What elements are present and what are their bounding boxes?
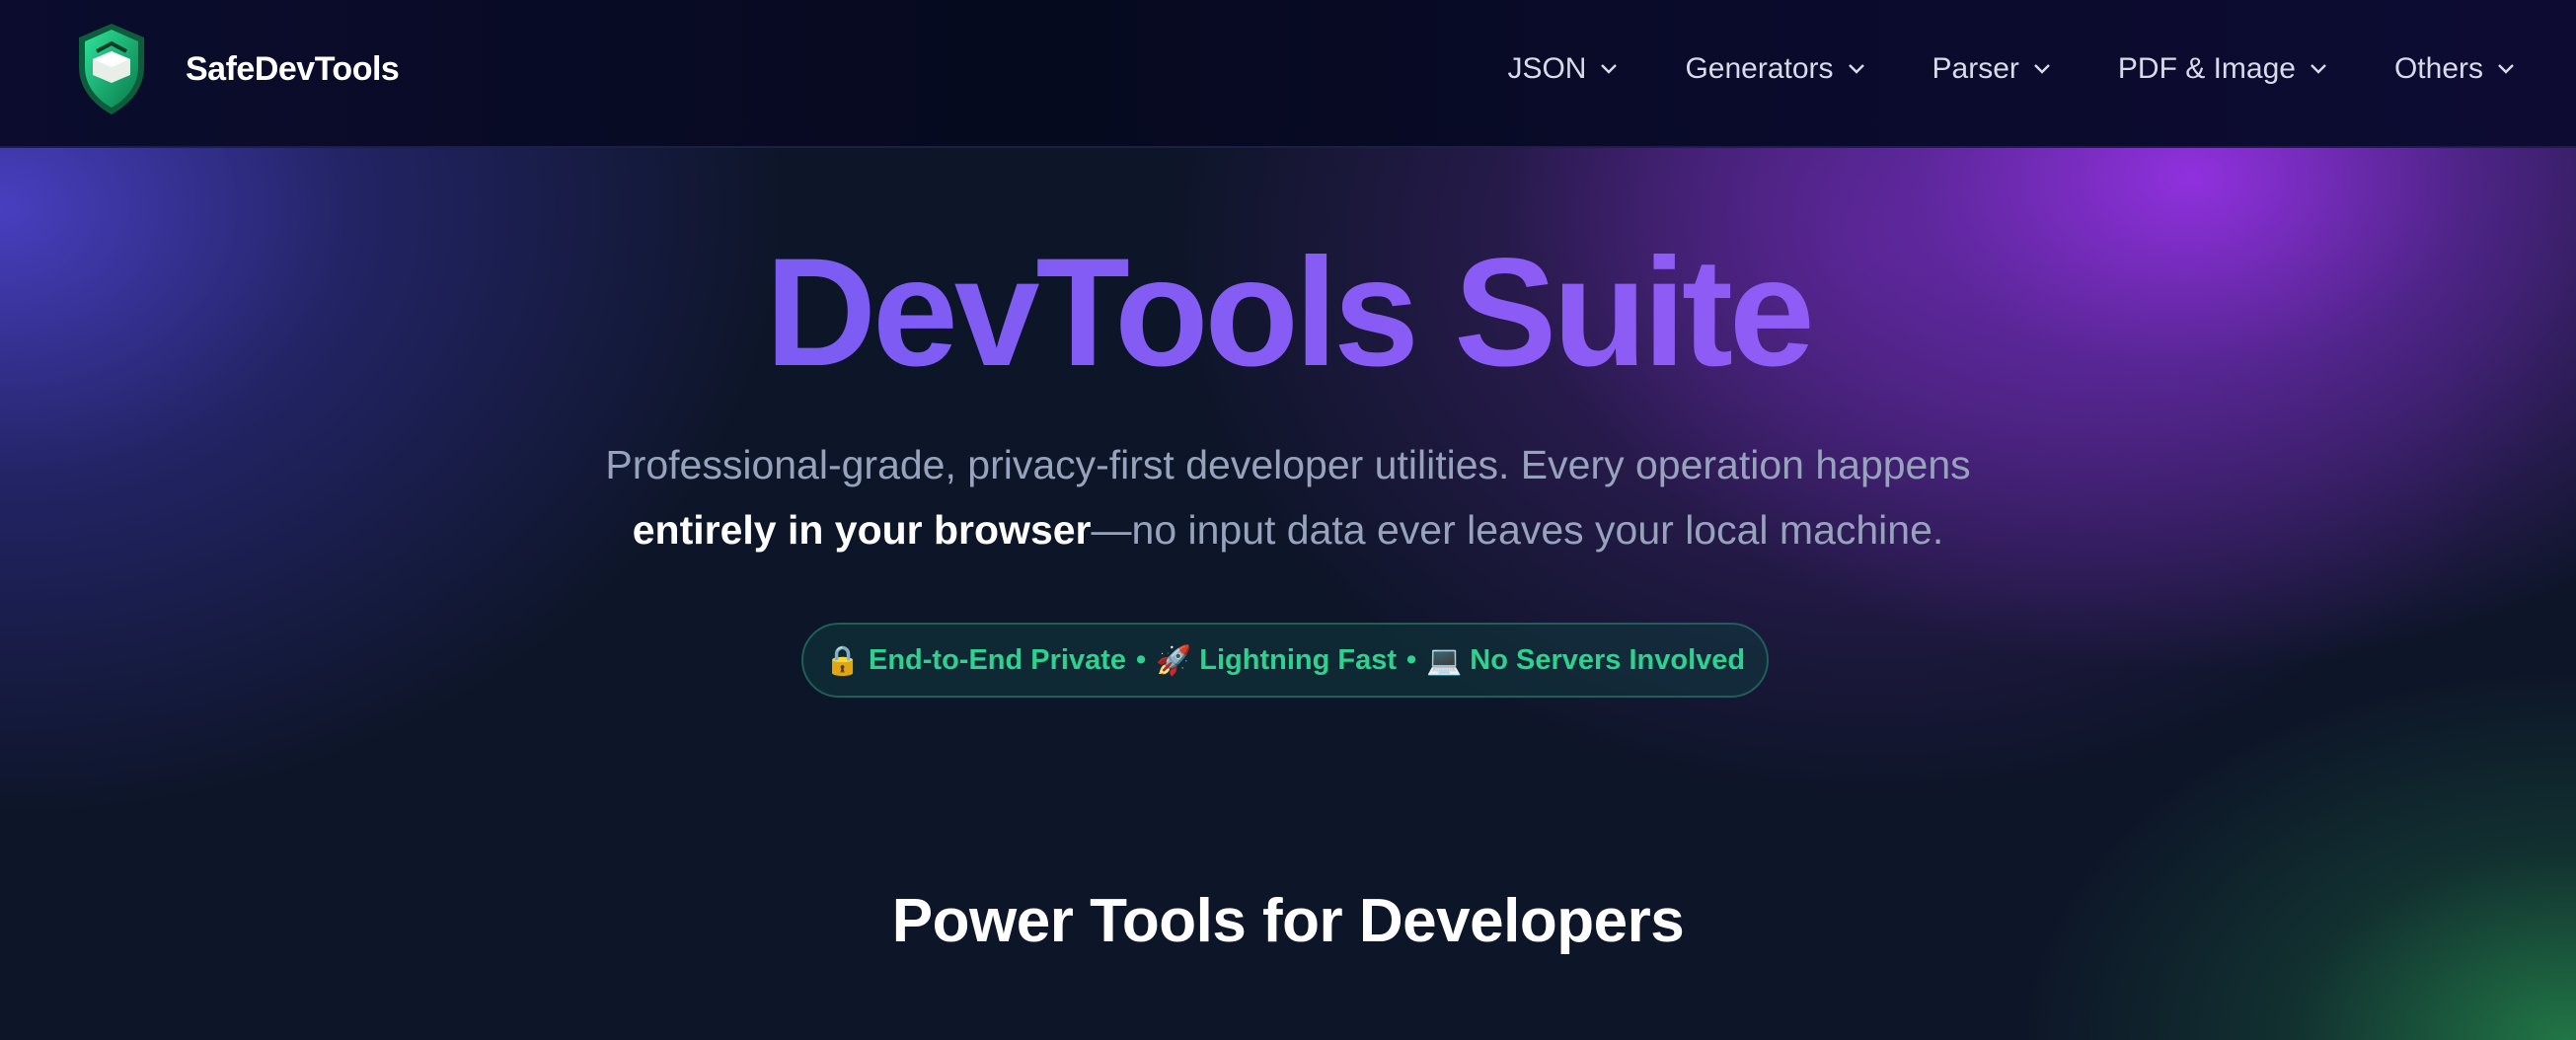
badge-item-no-servers: No Servers Involved	[1470, 643, 1746, 676]
rocket-icon: 🚀	[1156, 642, 1192, 677]
badge-separator: •	[1136, 643, 1147, 676]
nav-item-label: Generators	[1685, 52, 1834, 85]
shield-logo-icon	[79, 24, 144, 114]
nav-item-label: JSON	[1507, 52, 1587, 85]
laptop-icon: 💻	[1426, 642, 1463, 677]
chevron-down-icon	[1848, 64, 1864, 74]
badge-item-fast: Lightning Fast	[1199, 643, 1398, 676]
features-badge: 🔒 End-to-End Private • 🚀 Lightning Fast …	[801, 623, 1769, 698]
hero-subtitle: Professional-grade, privacy-first develo…	[0, 432, 2576, 562]
nav-item-label: Others	[2393, 52, 2483, 85]
hero-subtitle-emphasis: entirely in your browser	[632, 507, 1092, 553]
nav-item-label: Parser	[1932, 52, 2019, 85]
nav-item-label: PDF & Image	[2117, 52, 2296, 85]
nav-item-generators[interactable]: Generators	[1685, 52, 1864, 86]
hero-subtitle-line1: Professional-grade, privacy-first develo…	[605, 442, 1971, 487]
hero-subtitle-line2: —no input data ever leaves your local ma…	[1091, 507, 1944, 553]
nav-item-others[interactable]: Others	[2394, 52, 2515, 86]
section-title: Power Tools for Developers	[891, 887, 1685, 955]
hero-title: DevTools Suite	[0, 229, 2576, 397]
top-navbar: SafeDevTools JSON Generators Parser PDF …	[0, 0, 2576, 148]
nav-item-json[interactable]: JSON	[1507, 52, 1618, 86]
nav-item-pdf-image[interactable]: PDF & Image	[2118, 52, 2327, 86]
badge-separator: •	[1406, 643, 1417, 676]
badge-item-private: End-to-End Private	[868, 643, 1126, 676]
brand-link[interactable]: SafeDevTools	[75, 20, 400, 118]
chevron-down-icon	[1601, 64, 1618, 74]
nav-item-parser[interactable]: Parser	[1932, 52, 2051, 86]
page: SafeDevTools JSON Generators Parser PDF …	[0, 0, 2576, 1040]
chevron-down-icon	[2034, 64, 2050, 74]
chevron-down-icon	[2498, 64, 2514, 74]
chevron-down-icon	[2311, 64, 2326, 74]
lock-icon: 🔒	[824, 642, 861, 677]
brand-name: SafeDevTools	[186, 49, 400, 88]
main-nav: JSON Generators Parser PDF & Image Other…	[1440, 0, 2515, 138]
